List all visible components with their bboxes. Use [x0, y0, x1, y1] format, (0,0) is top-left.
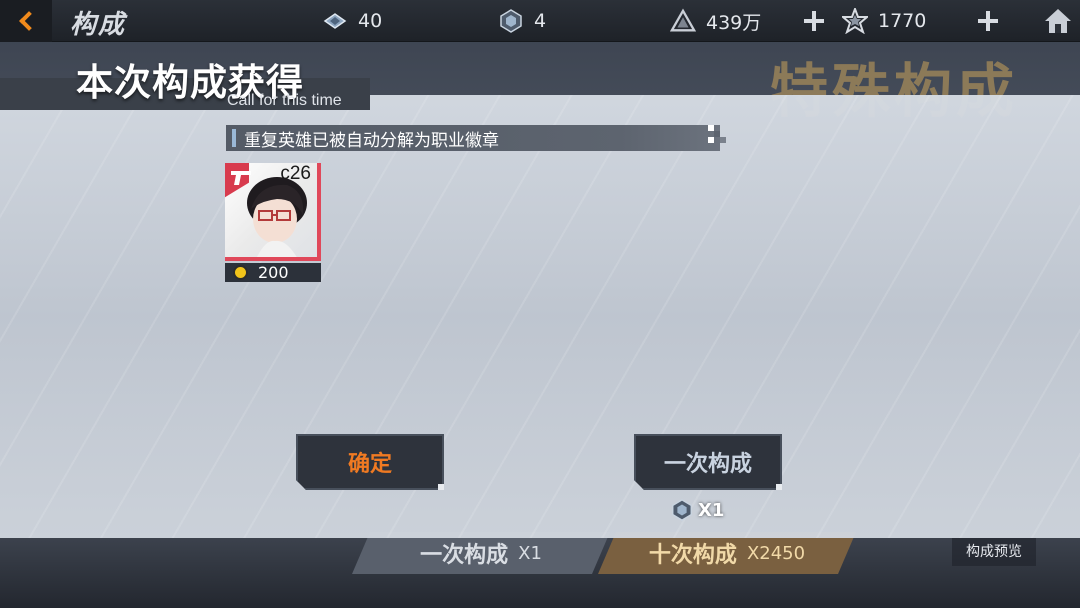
star-count: 1770: [878, 10, 927, 32]
crystal-resource: 40: [322, 0, 382, 42]
confirm-label: 确定: [347, 452, 392, 477]
bg-once-summon-button: 一次构成 X1: [352, 532, 610, 574]
gun-class-icon: [231, 171, 251, 185]
star-badge-icon: [842, 8, 868, 34]
crystal-count: 40: [358, 10, 383, 32]
crystal-icon: [323, 13, 347, 29]
summon-cost-value: X1: [698, 499, 725, 521]
dialog-pattern: [0, 95, 1080, 538]
add-star-button[interactable]: [976, 9, 1000, 33]
hero-portrait: c26: [225, 163, 321, 261]
gold-resource: 439万: [670, 0, 761, 42]
bg-ten-label: 十次构成: [648, 543, 737, 568]
bg-preview-label: 构成预览: [952, 538, 1036, 566]
summon-cost: X1: [670, 498, 724, 522]
hero-level: c26: [280, 163, 311, 184]
badge-count-bar: 200: [225, 263, 321, 282]
notice-accent: [232, 129, 236, 147]
pixel-decoration: [708, 125, 726, 143]
badge-count: 200: [258, 263, 289, 282]
class-badge-icon: [233, 265, 248, 280]
summon-once-label: 一次构成: [663, 452, 752, 477]
gold-count: 439万: [706, 11, 762, 34]
ticket-count: 4: [534, 10, 547, 32]
back-arrow-icon: [19, 11, 39, 31]
summon-ticket-icon: [672, 499, 692, 521]
home-icon: [1045, 9, 1071, 33]
bg-ten-summon-button: 十次构成 X2450: [598, 532, 856, 574]
summon-ticket-icon: [500, 9, 522, 33]
top-bar: 构成 40 4 439万 1770: [0, 0, 1080, 42]
star-resource: 1770: [842, 0, 926, 42]
back-button[interactable]: [0, 0, 52, 42]
result-dialog: [0, 95, 1080, 538]
home-button[interactable]: [1036, 0, 1080, 42]
bg-once-label: 一次构成: [420, 543, 509, 568]
notice-bar: 重复英雄已被自动分解为职业徽章: [226, 125, 720, 151]
bg-once-cost: X1: [518, 542, 542, 564]
dialog-subtitle: Call for this time: [227, 92, 342, 109]
notice-text: 重复英雄已被自动分解为职业徽章: [244, 130, 499, 151]
ticket-resource: 4: [498, 0, 546, 42]
page-title: 构成: [70, 10, 127, 40]
gold-pyramid-icon: [670, 8, 696, 32]
hero-reward-card[interactable]: c26 200: [225, 163, 321, 282]
bg-ten-cost: X2450: [746, 542, 806, 564]
summon-once-button[interactable]: 一次构成: [634, 434, 782, 490]
add-gold-button[interactable]: [802, 9, 826, 33]
confirm-button[interactable]: 确定: [296, 434, 444, 490]
